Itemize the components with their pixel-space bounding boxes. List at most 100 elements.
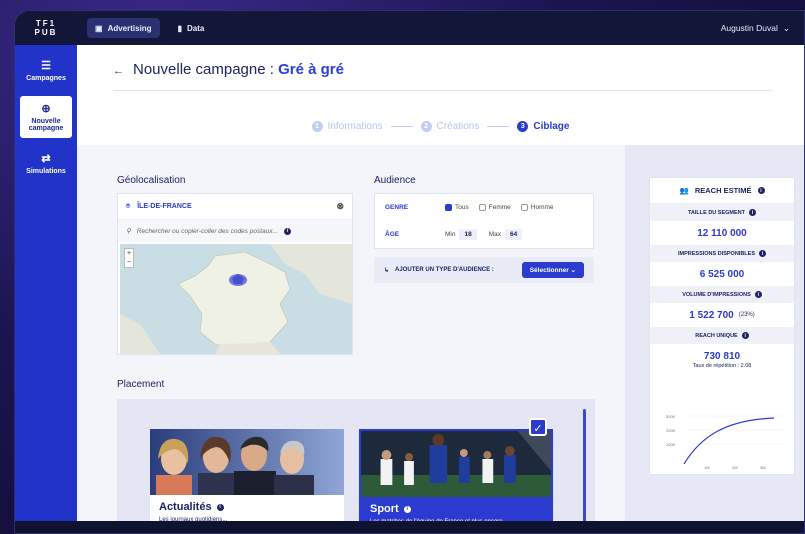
zoom-in-icon[interactable]: +	[125, 249, 133, 258]
logo[interactable]: TF1 PUB	[15, 11, 77, 45]
metric-label-text: IMPRESSIONS DISPONIBLES	[677, 250, 755, 257]
info-icon[interactable]: i	[741, 332, 749, 339]
repetition-rate: Taux de répétition : 2.08	[692, 363, 752, 369]
close-icon[interactable]: ⊗	[336, 201, 344, 212]
select-audience-dropdown[interactable]: Sélectionner ⌄	[521, 262, 584, 278]
metric-value-text: 1 522 700	[689, 309, 734, 321]
back-arrow-icon[interactable]: ←	[113, 65, 124, 77]
y-tick-label: 100K	[666, 442, 676, 447]
step-creations[interactable]: 2 Créations	[420, 120, 480, 132]
metric-label-text: REACH UNIQUE	[695, 332, 738, 339]
region-name: ÎLE-DE-FRANCE	[137, 203, 192, 210]
genre-tous-checkbox[interactable]: Tous	[445, 204, 469, 211]
logo-line-2: PUB	[34, 28, 58, 37]
page-title: Nouvelle campagne : Gré à gré	[133, 61, 344, 78]
placement-scrollbar[interactable]	[583, 409, 586, 533]
tab-data[interactable]: ▮ Data	[170, 18, 213, 38]
step-ciblage[interactable]: 3 Ciblage	[517, 120, 570, 132]
campaigns-icon: ☰	[41, 60, 51, 72]
age-min-label: Min	[445, 231, 456, 238]
info-icon[interactable]: i	[754, 291, 762, 298]
bottom-bar	[15, 521, 804, 533]
checkbox-unchecked	[520, 204, 528, 211]
metric-value-volume-impressions: 1 522 700 (23%)	[650, 303, 794, 327]
checkbox-label: Tous	[455, 204, 469, 211]
placement-card-sport[interactable]: Sport i Les matches de l'équipe de Franc…	[359, 429, 553, 533]
map-zoom-controls[interactable]: + −	[124, 248, 134, 268]
step-number: 1	[311, 120, 323, 132]
top-bar: TF1 PUB ▣ Advertising ▮ Data Augustin Du…	[15, 11, 804, 45]
info-icon[interactable]: i	[757, 187, 765, 194]
age-max-label: Max	[488, 231, 501, 238]
user-menu[interactable]: Augustin Duval ⌄	[721, 23, 790, 34]
audience-title: Audience	[374, 175, 416, 186]
zoom-out-icon[interactable]: −	[125, 258, 133, 267]
step-connector	[487, 125, 510, 127]
stepper: 1 Informations 2 Créations 3 Ciblage	[77, 107, 804, 145]
people-icon: 👥	[679, 186, 689, 195]
card-title-text: Sport	[370, 503, 399, 515]
genre-femme-checkbox[interactable]: Femme	[478, 204, 511, 211]
age-max-input[interactable]: 64	[505, 229, 523, 240]
postal-search-input[interactable]: ⚲ Rechercher ou copier-coller des codes …	[118, 220, 352, 242]
checkbox-label: Femme	[488, 204, 511, 211]
y-tick-label: 300K	[666, 414, 676, 419]
metric-percent: (23%)	[738, 312, 755, 318]
step-number: 3	[517, 120, 529, 132]
reach-header: 👥 REACH ESTIMÉ i	[650, 178, 794, 204]
logo-line-1: TF1	[35, 19, 57, 28]
main-content: ← Nouvelle campagne : Gré à gré 1 Inform…	[77, 45, 804, 533]
genre-homme-checkbox[interactable]: Homme	[520, 204, 554, 211]
info-icon[interactable]: i	[403, 505, 411, 513]
sidebar-item-campagnes[interactable]: ☰ Campagnes	[20, 53, 72, 88]
app-window: TF1 PUB ▣ Advertising ▮ Data Augustin Du…	[14, 10, 805, 534]
age-min-input[interactable]: 18	[459, 229, 477, 240]
info-icon[interactable]: i	[216, 503, 224, 511]
location-pin-icon: ⌾	[126, 202, 131, 210]
metric-label-impressions-disponibles: IMPRESSIONS DISPONIBLES i	[650, 245, 794, 262]
sidebar-item-label: Simulations	[26, 168, 66, 175]
metric-value-segment: 12 110 000	[697, 227, 747, 239]
bar-chart-icon: ▮	[177, 23, 182, 33]
france-map[interactable]: + −	[120, 244, 352, 354]
step-number: 2	[420, 120, 432, 132]
sidebar-item-nouvelle-campagne[interactable]: ⊕ Nouvelle campagne	[20, 96, 72, 138]
step-connector	[390, 125, 413, 127]
page-title-subtitle: Gré à gré	[278, 61, 344, 78]
news-anchors-image	[150, 429, 344, 495]
plus-circle-icon: ⊕	[41, 103, 51, 115]
x-tick-label: 1M	[704, 465, 710, 470]
metric-label-text: TAILLE DU SEGMENT	[687, 209, 746, 216]
corner-arrow-icon: ↳	[384, 267, 390, 274]
info-icon[interactable]: i	[283, 227, 291, 235]
metric-value-impressions-disponibles: 6 525 000	[699, 268, 745, 280]
user-name: Augustin Duval	[720, 23, 778, 33]
select-label: Sélectionner	[529, 267, 569, 274]
map-graphic	[120, 244, 352, 354]
step-label: Créations	[436, 120, 480, 132]
tab-advertising[interactable]: ▣ Advertising	[87, 18, 160, 38]
card-title: Actualités i	[159, 501, 335, 513]
info-icon[interactable]: i	[759, 250, 766, 257]
region-tag: ⌾ ÎLE-DE-FRANCE ⊗	[118, 194, 352, 220]
add-audience-label: AJOUTER UN TYPE D'AUDIENCE :	[395, 267, 494, 273]
step-label: Ciblage	[533, 120, 570, 132]
card-title: Sport i	[370, 503, 542, 515]
age-label: ÂGE	[385, 231, 400, 238]
placement-card-actualites[interactable]: Actualités i Les journaux quotidiens...	[150, 429, 344, 533]
sidebar-item-simulations[interactable]: ⇄ Simulations	[20, 146, 72, 181]
sidebar: ☰ Campagnes ⊕ Nouvelle campagne ⇄ Simula…	[15, 45, 77, 533]
header-divider	[113, 90, 772, 91]
reach-estimate-panel: 👥 REACH ESTIMÉ i TAILLE DU SEGMENT i 12 …	[649, 177, 795, 475]
metric-label-volume-impressions: VOLUME D'IMPRESSIONS i	[650, 286, 794, 303]
chevron-down-icon: ⌄	[570, 267, 576, 274]
chevron-down-icon: ⌄	[782, 22, 790, 33]
step-informations[interactable]: 1 Informations	[311, 120, 383, 132]
info-icon[interactable]: i	[749, 209, 757, 216]
metric-label-reach-unique: REACH UNIQUE i	[650, 327, 794, 344]
page-header: ← Nouvelle campagne : Gré à gré	[77, 45, 804, 107]
reach-curve-line	[683, 417, 775, 465]
selected-check-icon: ✓	[529, 418, 547, 436]
y-tick-label: 200K	[666, 428, 676, 433]
geolocalisation-box: ⌾ ÎLE-DE-FRANCE ⊗ ⚲ Rechercher ou copier…	[117, 193, 353, 355]
